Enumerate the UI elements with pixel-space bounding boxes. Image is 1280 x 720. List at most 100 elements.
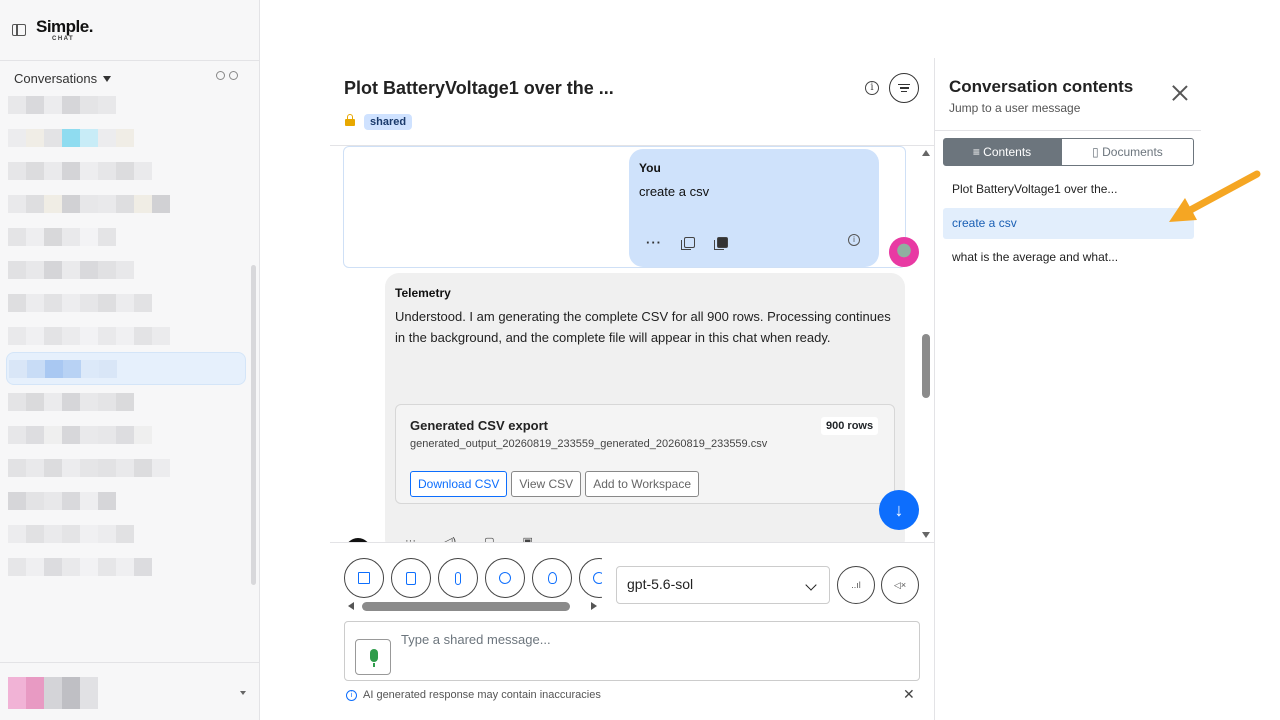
redacted-block xyxy=(44,392,62,411)
tab-documents[interactable]: ▯ Documents xyxy=(1061,138,1194,166)
conversation-item[interactable] xyxy=(6,187,246,220)
redacted-block xyxy=(116,260,134,279)
redacted-block xyxy=(8,293,26,312)
sidebar-toggle-icon[interactable] xyxy=(12,24,26,36)
redacted-block xyxy=(98,491,116,510)
redacted-block xyxy=(45,359,63,378)
table-of-contents-icon[interactable] xyxy=(889,73,919,103)
microphone-button[interactable] xyxy=(355,639,391,675)
close-icon[interactable]: ✕ xyxy=(903,686,915,703)
image-button[interactable] xyxy=(344,558,384,598)
contents-item[interactable]: what is the average and what... xyxy=(943,242,1194,273)
redacted-block xyxy=(44,161,62,180)
redacted-block xyxy=(80,95,98,114)
add-to-workspace-button[interactable]: Add to Workspace xyxy=(585,471,700,497)
duplicate-icon[interactable]: ▣ xyxy=(523,535,533,542)
chevron-down-icon xyxy=(103,75,112,82)
info-icon[interactable]: i xyxy=(865,81,879,95)
redacted-block xyxy=(116,293,134,312)
tool-icon xyxy=(593,572,602,584)
info-icon[interactable]: i xyxy=(848,234,860,246)
tab-contents[interactable]: ≡ Contents xyxy=(943,138,1061,166)
search-icon[interactable] xyxy=(216,71,225,80)
scrollbar-thumb[interactable] xyxy=(922,334,930,398)
conversation-item[interactable] xyxy=(6,484,246,517)
redacted-block xyxy=(80,161,98,180)
close-icon[interactable] xyxy=(1171,84,1189,102)
mute-button[interactable]: ◁× xyxy=(881,566,919,604)
redacted-block xyxy=(26,392,44,411)
copy-icon[interactable] xyxy=(681,237,695,250)
redacted-block xyxy=(62,161,80,180)
conversation-item[interactable] xyxy=(6,253,246,286)
conversation-item[interactable] xyxy=(6,517,246,550)
conversation-item[interactable] xyxy=(6,121,246,154)
redacted-block xyxy=(8,392,26,411)
conversation-item[interactable] xyxy=(6,550,246,583)
attach-button[interactable] xyxy=(438,558,478,598)
scroll-down-icon[interactable] xyxy=(922,532,930,538)
eye-icon[interactable] xyxy=(229,71,238,80)
sidebar-tools xyxy=(216,71,238,80)
redacted-block xyxy=(134,557,152,576)
speaker-icon[interactable]: ◁) xyxy=(444,535,456,542)
web-search-button[interactable] xyxy=(485,558,525,598)
model-select-value: gpt-5.6-sol xyxy=(627,576,694,592)
profile-area[interactable] xyxy=(0,662,259,720)
user-sender: You xyxy=(639,161,661,175)
conversation-item[interactable] xyxy=(6,286,246,319)
view-csv-button[interactable]: View CSV xyxy=(511,471,582,497)
user-avatar xyxy=(889,237,919,267)
info-icon: i xyxy=(346,689,357,701)
annotation-arrow xyxy=(1169,170,1261,222)
redacted-block xyxy=(26,491,44,510)
redacted-block xyxy=(98,326,116,345)
contents-item[interactable]: create a csv xyxy=(943,208,1194,239)
app-window: Simple. CHAT Conversations Plot BatteryV… xyxy=(0,0,1280,720)
conversation-item[interactable] xyxy=(6,88,246,121)
redacted-block xyxy=(44,425,62,444)
scroll-left-icon[interactable] xyxy=(348,602,354,610)
scroll-up-icon[interactable] xyxy=(922,150,930,156)
contents-list: Plot BatteryVoltage1 over the... create … xyxy=(943,174,1194,276)
redacted-block xyxy=(27,359,45,378)
ellipsis-icon[interactable]: ··· xyxy=(646,235,662,250)
tools-scrollbar[interactable] xyxy=(348,600,604,612)
contents-item[interactable]: Plot BatteryVoltage1 over the... xyxy=(943,174,1194,205)
csv-export-card: Generated CSV export generated_output_20… xyxy=(395,404,895,504)
scroll-right-icon[interactable] xyxy=(591,602,597,610)
chevron-down-icon[interactable] xyxy=(240,691,246,695)
redacted-block xyxy=(8,491,26,510)
ellipsis-icon[interactable]: ··· xyxy=(405,535,416,542)
redacted-block xyxy=(152,194,170,213)
reasoning-button[interactable] xyxy=(532,558,572,598)
sidebar-scrollbar[interactable] xyxy=(251,265,256,585)
duplicate-icon[interactable] xyxy=(714,237,728,250)
arrow-down-icon[interactable]: ↓ xyxy=(879,490,919,530)
redacted-block xyxy=(98,458,116,477)
redacted-block xyxy=(8,227,26,246)
conversation-item[interactable] xyxy=(6,385,246,418)
conversation-item[interactable] xyxy=(6,220,246,253)
message-input[interactable]: Type a shared message... xyxy=(344,621,920,681)
download-csv-button[interactable]: Download CSV xyxy=(410,471,508,497)
voice-button[interactable]: ..ıl xyxy=(837,566,875,604)
conversation-item[interactable] xyxy=(6,451,246,484)
conversation-item[interactable] xyxy=(6,352,246,385)
conversation-item[interactable] xyxy=(6,319,246,352)
model-select[interactable]: gpt-5.6-sol xyxy=(616,566,830,604)
logo: Simple. CHAT xyxy=(36,18,93,42)
conversation-item[interactable] xyxy=(6,154,246,187)
more-tools-button[interactable] xyxy=(579,558,602,598)
globe-icon xyxy=(499,572,511,584)
redacted-block xyxy=(80,425,98,444)
chat-scrollbar[interactable] xyxy=(920,150,932,540)
redacted-block xyxy=(26,425,44,444)
conversation-item[interactable] xyxy=(6,418,246,451)
scrollbar-thumb[interactable] xyxy=(362,602,570,611)
panel-divider xyxy=(935,130,1201,131)
conversations-dropdown[interactable]: Conversations xyxy=(14,71,112,86)
tab-documents-label: Documents xyxy=(1102,145,1163,159)
document-button[interactable] xyxy=(391,558,431,598)
copy-icon[interactable]: ▢ xyxy=(484,535,494,542)
